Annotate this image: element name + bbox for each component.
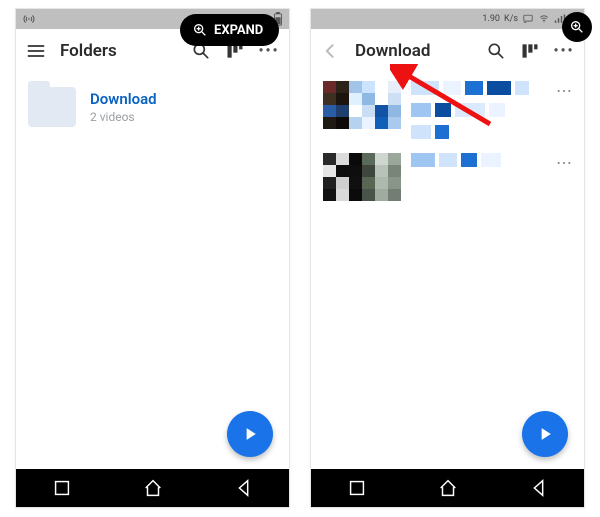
video-thumbnail — [323, 153, 401, 201]
folders-content: Download 2 videos — [16, 73, 289, 469]
app-header: Download ••• — [311, 29, 584, 73]
folder-name: Download — [90, 90, 157, 108]
phone-download: 1.90 K/s Download ••• — [310, 8, 585, 508]
video-row[interactable]: ⋯ — [323, 81, 572, 139]
folder-icon — [28, 87, 76, 127]
canvas: 0.14 60% Folders ••• Download — [0, 0, 600, 517]
wifi-icon — [538, 14, 550, 24]
broadcast-icon — [22, 13, 36, 25]
play-icon — [535, 424, 555, 444]
video-title-redacted — [411, 153, 542, 167]
nav-recent-button[interactable] — [346, 477, 368, 499]
zoom-badge[interactable] — [562, 12, 592, 42]
status-bar: 1.90 K/s — [311, 9, 584, 29]
expand-label: EXPAND — [214, 23, 263, 38]
play-icon — [240, 424, 260, 444]
android-navbar — [16, 469, 289, 507]
android-navbar — [311, 469, 584, 507]
nav-recent-button[interactable] — [51, 477, 73, 499]
expand-button[interactable]: EXPAND — [180, 14, 279, 46]
page-title: Download — [355, 41, 430, 61]
zoom-in-icon — [569, 19, 585, 35]
row-more-icon[interactable]: ⋯ — [556, 81, 572, 100]
phone-folders: 0.14 60% Folders ••• Download — [15, 8, 290, 508]
row-more-icon[interactable]: ⋯ — [556, 153, 572, 172]
more-icon[interactable]: ••• — [554, 41, 574, 61]
folder-item-download[interactable]: Download 2 videos — [28, 81, 277, 133]
video-thumbnail — [323, 81, 401, 129]
status-net-unit: K/s — [504, 14, 518, 24]
nav-back-button[interactable] — [233, 477, 255, 499]
page-title: Folders — [60, 41, 117, 61]
nav-home-button[interactable] — [437, 477, 459, 499]
zoom-in-icon — [192, 22, 208, 38]
play-fab[interactable] — [522, 411, 568, 457]
view-toggle-icon[interactable] — [520, 41, 540, 61]
nav-back-button[interactable] — [528, 477, 550, 499]
video-title-redacted — [411, 81, 542, 139]
folder-subtitle: 2 videos — [90, 110, 157, 124]
play-fab[interactable] — [227, 411, 273, 457]
videos-content: ⋯ ⋯ — [311, 73, 584, 469]
back-arrow-icon[interactable] — [321, 41, 341, 61]
search-icon[interactable] — [486, 41, 506, 61]
video-row[interactable]: ⋯ — [323, 153, 572, 201]
cast-icon — [522, 14, 534, 24]
hamburger-icon[interactable] — [26, 41, 46, 61]
status-net-speed: 1.90 — [482, 14, 500, 24]
nav-home-button[interactable] — [142, 477, 164, 499]
